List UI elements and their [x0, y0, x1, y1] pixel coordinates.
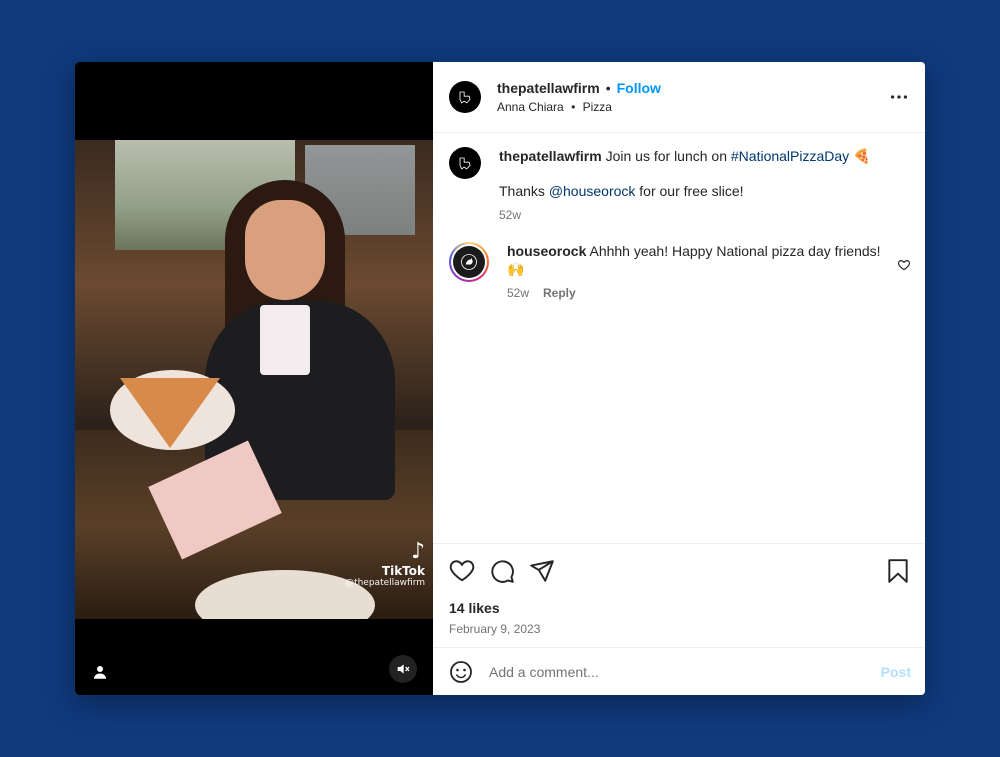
video-scene-pizza: [120, 378, 220, 448]
avatar-inner: [451, 244, 487, 280]
texas-logo-icon: [459, 91, 471, 104]
more-options-button[interactable]: [887, 85, 911, 109]
header-line2: Anna Chiara • Pizza: [497, 100, 887, 114]
avatar[interactable]: [449, 242, 489, 282]
post-author-username[interactable]: thepatellawfirm: [497, 80, 600, 96]
action-icons: [449, 558, 911, 584]
location-link[interactable]: Pizza: [583, 100, 612, 114]
separator-dot: •: [571, 100, 576, 114]
post-comment-button[interactable]: Post: [881, 664, 911, 680]
person-icon: [94, 666, 106, 679]
texas-logo-icon: [459, 157, 471, 170]
comment-like-heart-icon[interactable]: [897, 258, 911, 272]
comment-body: houseorock Ahhhh yeah! Happy National pi…: [507, 242, 891, 302]
comment-time[interactable]: 52w: [507, 284, 529, 302]
comments-list[interactable]: thepatellawfirm Join us for lunch on #Na…: [433, 133, 925, 543]
tiktok-handle: @thepatellawfirm: [345, 578, 425, 588]
video-scene-person: [245, 200, 325, 300]
likes-count[interactable]: 14 likes: [449, 600, 911, 616]
comment-meta: 52w Reply: [507, 284, 891, 302]
caption: thepatellawfirm Join us for lunch on #Na…: [449, 147, 911, 224]
caption-meta: 52w: [499, 206, 911, 224]
follow-button[interactable]: Follow: [617, 80, 661, 96]
add-comment-bar: Post: [433, 647, 925, 695]
avatar[interactable]: [449, 81, 481, 113]
comment-line: houseorock Ahhhh yeah! Happy National pi…: [507, 242, 891, 278]
post-side-panel: thepatellawfirm • Follow Anna Chiara • P…: [433, 62, 925, 695]
pizza-emoji: 🍕: [853, 148, 871, 164]
post-header: thepatellawfirm • Follow Anna Chiara • P…: [433, 62, 925, 133]
header-line1: thepatellawfirm • Follow: [497, 80, 887, 96]
tagged-users-button[interactable]: [91, 663, 109, 681]
post-media[interactable]: ♪ TikTok @thepatellawfirm: [75, 62, 433, 695]
mute-button[interactable]: [389, 655, 417, 683]
caption-text: for our free slice!: [635, 183, 744, 199]
video-scene-person: [260, 305, 310, 375]
reply-button[interactable]: Reply: [543, 284, 576, 302]
post-actions: 14 likes February 9, 2023: [433, 543, 925, 647]
tagged-user[interactable]: Anna Chiara: [497, 100, 564, 114]
emoji-icon[interactable]: [449, 660, 473, 684]
caption-text: Join us for lunch on: [605, 148, 731, 164]
post-dialog: ♪ TikTok @thepatellawfirm thepatellawfir…: [75, 62, 925, 695]
video-player[interactable]: ♪ TikTok @thepatellawfirm: [75, 140, 433, 619]
comment-input[interactable]: [489, 663, 881, 680]
tiktok-icon: ♪: [410, 539, 425, 564]
post-date: February 9, 2023: [449, 622, 541, 636]
bookmark-icon[interactable]: [885, 558, 911, 584]
mention-link[interactable]: @houseorock: [549, 183, 636, 199]
header-text: thepatellawfirm • Follow Anna Chiara • P…: [497, 80, 887, 114]
speaker-muted-icon: [397, 664, 410, 674]
caption-time[interactable]: 52w: [499, 206, 521, 224]
hashtag-link[interactable]: #NationalPizzaDay: [731, 148, 849, 164]
caption-body: thepatellawfirm Join us for lunch on #Na…: [499, 147, 911, 224]
more-horizontal-icon: [890, 95, 908, 99]
houseorock-logo-icon: [453, 246, 485, 278]
share-paper-plane-icon[interactable]: [529, 558, 555, 584]
caption-line1: thepatellawfirm Join us for lunch on #Na…: [499, 147, 911, 165]
comment-item: houseorock Ahhhh yeah! Happy National pi…: [449, 242, 911, 302]
avatar[interactable]: [449, 147, 481, 179]
separator-dot: •: [605, 80, 611, 96]
caption-username[interactable]: thepatellawfirm: [499, 148, 602, 164]
comment-bubble-icon[interactable]: [489, 558, 515, 584]
caption-line2: Thanks @houseorock for our free slice!: [499, 182, 911, 200]
comment-username[interactable]: houseorock: [507, 243, 586, 259]
heart-icon[interactable]: [449, 558, 475, 584]
tiktok-label: TikTok: [381, 564, 425, 578]
caption-text: Thanks: [499, 183, 549, 199]
tiktok-watermark: ♪ TikTok @thepatellawfirm: [345, 539, 425, 589]
rooster-icon: [461, 254, 477, 270]
